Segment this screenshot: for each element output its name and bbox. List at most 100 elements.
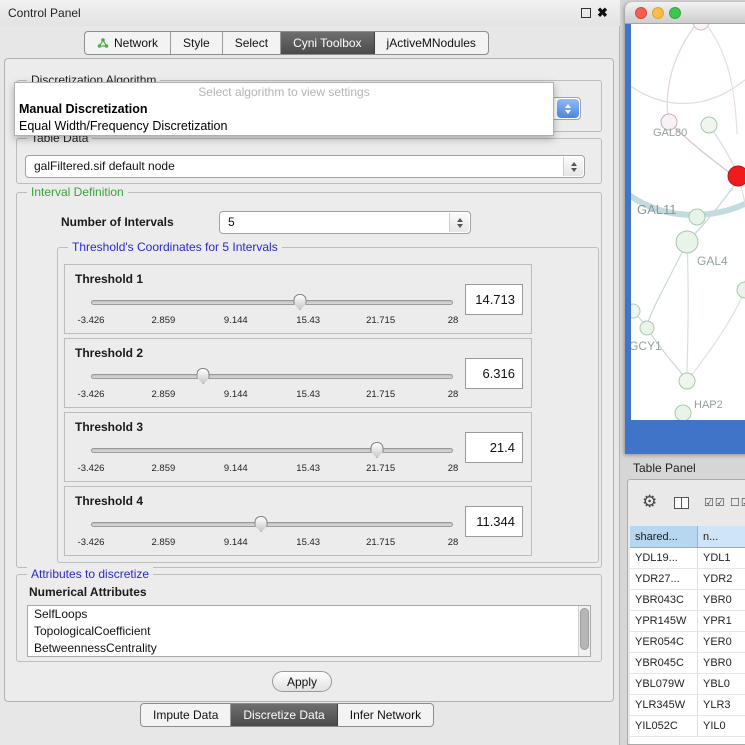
cell-shared-name[interactable]: YBL079W xyxy=(630,674,698,695)
cell-name[interactable]: YLR3 xyxy=(698,695,745,716)
network-node[interactable] xyxy=(640,321,654,335)
list-item[interactable]: SelfLoops xyxy=(28,606,590,623)
table-row[interactable]: YIL052C YIL0 xyxy=(630,716,745,737)
cell-name[interactable]: YBR0 xyxy=(698,653,745,674)
tab-select[interactable]: Select xyxy=(223,32,281,54)
network-node[interactable] xyxy=(631,304,640,318)
threshold-4-slider[interactable] xyxy=(91,515,453,533)
cell-name[interactable]: YBL0 xyxy=(698,674,745,695)
tab-style[interactable]: Style xyxy=(171,32,223,54)
slider-thumb[interactable] xyxy=(197,368,210,384)
float-window-icon[interactable] xyxy=(581,8,591,18)
cell-name[interactable]: YIL0 xyxy=(698,716,745,737)
slider-thumb[interactable] xyxy=(293,294,306,310)
tab-label-impute-data: Impute Data xyxy=(153,708,218,722)
combobox-arrows-icon[interactable] xyxy=(557,99,579,118)
threshold-1-slider[interactable] xyxy=(91,293,453,311)
network-node[interactable] xyxy=(679,373,695,389)
tab-discretize-data[interactable]: Discretize Data xyxy=(231,704,337,726)
slider-thumb[interactable] xyxy=(370,442,383,458)
tick-label: 21.715 xyxy=(366,463,395,474)
cell-shared-name[interactable]: YBR043C xyxy=(630,590,698,611)
tab-impute-data[interactable]: Impute Data xyxy=(141,704,231,726)
tab-cyni-toolbox[interactable]: Cyni Toolbox xyxy=(281,32,374,54)
threshold-4-value-field[interactable]: 11.344 xyxy=(465,506,523,537)
tick-label: -3.426 xyxy=(78,463,105,474)
network-node[interactable] xyxy=(701,117,717,133)
algorithm-dropdown-popup: Select algorithm to view settings Manual… xyxy=(14,82,554,136)
columns-icon[interactable] xyxy=(674,497,689,509)
network-node[interactable] xyxy=(693,24,709,30)
table-row[interactable]: YDL19... YDL1 xyxy=(630,548,745,569)
tick-label: 9.144 xyxy=(224,315,248,326)
tab-jactivemnodules[interactable]: jActiveMNodules xyxy=(375,32,488,54)
slider-track[interactable] xyxy=(91,522,453,527)
cell-shared-name[interactable]: YER054C xyxy=(630,632,698,653)
tab-infer-network[interactable]: Infer Network xyxy=(338,704,433,726)
cell-name[interactable]: YBR0 xyxy=(698,590,745,611)
minimize-window-button[interactable] xyxy=(652,7,664,19)
threshold-2-value-field[interactable]: 6.316 xyxy=(465,358,523,389)
network-canvas[interactable]: GAL80GAL11GAL4GCY1HAP2 xyxy=(631,24,745,420)
table-row[interactable]: YLR345W YLR3 xyxy=(630,695,745,716)
network-node[interactable] xyxy=(675,405,691,420)
cell-shared-name[interactable]: YPR145W xyxy=(630,611,698,632)
select-none-checkboxes-icon[interactable]: ☐☑ xyxy=(730,496,745,509)
threshold-3-value-field[interactable]: 21.4 xyxy=(465,432,523,463)
slider-track[interactable] xyxy=(91,374,453,379)
cell-name[interactable]: YDR2 xyxy=(698,569,745,590)
table-panel-title: Table Panel xyxy=(633,461,696,475)
network-window-titlebar[interactable] xyxy=(625,2,745,24)
table-row[interactable]: YBR043C YBR0 xyxy=(630,590,745,611)
table-row[interactable]: YBR045C YBR0 xyxy=(630,653,745,674)
cell-name[interactable]: YER0 xyxy=(698,632,745,653)
threshold-2-label: Threshold 2 xyxy=(75,346,143,360)
cell-name[interactable]: YDL1 xyxy=(698,548,745,569)
gear-icon[interactable]: ⚙ xyxy=(642,492,657,512)
column-header-shared-name[interactable]: shared... xyxy=(630,526,698,548)
combobox-arrows-icon[interactable] xyxy=(449,213,469,232)
list-item[interactable]: BetweennessCentrality xyxy=(28,640,590,657)
network-node[interactable] xyxy=(689,209,705,225)
cell-shared-name[interactable]: YDL19... xyxy=(630,548,698,569)
tab-network[interactable]: Network xyxy=(85,32,171,54)
tick-label: 2.859 xyxy=(152,537,176,548)
close-icon[interactable]: ✖ xyxy=(597,5,608,21)
apply-button[interactable]: Apply xyxy=(272,671,332,692)
list-item[interactable]: TopologicalCoefficient xyxy=(28,623,590,640)
cell-shared-name[interactable]: YBR045C xyxy=(630,653,698,674)
cell-shared-name[interactable]: YIL052C xyxy=(630,716,698,737)
slider-thumb[interactable] xyxy=(255,516,268,532)
zoom-window-button[interactable] xyxy=(669,7,681,19)
select-all-checkboxes-icon[interactable]: ☑☑ xyxy=(704,496,726,509)
table-header-row: shared... n... xyxy=(630,526,745,548)
column-header-name[interactable]: n... xyxy=(698,526,745,548)
combobox-arrows-icon[interactable] xyxy=(563,157,583,176)
close-window-button[interactable] xyxy=(635,7,647,19)
network-node[interactable] xyxy=(728,166,745,186)
scrollbar-thumb[interactable] xyxy=(580,608,589,650)
list-scrollbar[interactable] xyxy=(578,606,590,656)
table-row[interactable]: YER054C YER0 xyxy=(630,632,745,653)
table-data-combobox[interactable]: galFiltered.sif default node xyxy=(25,155,585,178)
network-tab-icon xyxy=(97,37,109,49)
cell-shared-name[interactable]: YDR27... xyxy=(630,569,698,590)
network-node[interactable] xyxy=(676,231,698,253)
network-node[interactable] xyxy=(737,282,745,298)
number-of-intervals-combobox[interactable]: 5 xyxy=(219,211,471,234)
cell-shared-name[interactable]: YLR345W xyxy=(630,695,698,716)
dropdown-option-equal-width-frequency[interactable]: Equal Width/Frequency Discretization xyxy=(15,118,553,135)
threshold-3-slider[interactable] xyxy=(91,441,453,459)
table-row[interactable]: YBL079W YBL0 xyxy=(630,674,745,695)
table-row[interactable]: YPR145W YPR1 xyxy=(630,611,745,632)
threshold-1-value-field[interactable]: 14.713 xyxy=(465,284,523,315)
slider-track[interactable] xyxy=(91,448,453,453)
threshold-4-panel: Threshold 4 -3.426 2.859 9.144 15.43 21.… xyxy=(64,486,532,556)
slider-track[interactable] xyxy=(91,300,453,305)
dropdown-option-manual-discretization[interactable]: Manual Discretization xyxy=(15,101,553,118)
cell-name[interactable]: YPR1 xyxy=(698,611,745,632)
slider-scale: -3.426 2.859 9.144 15.43 21.715 28 xyxy=(91,389,453,401)
table-row[interactable]: YDR27... YDR2 xyxy=(630,569,745,590)
threshold-2-slider[interactable] xyxy=(91,367,453,385)
top-tab-bar: Network Style Select Cyni Toolbox jActiv… xyxy=(84,31,489,55)
